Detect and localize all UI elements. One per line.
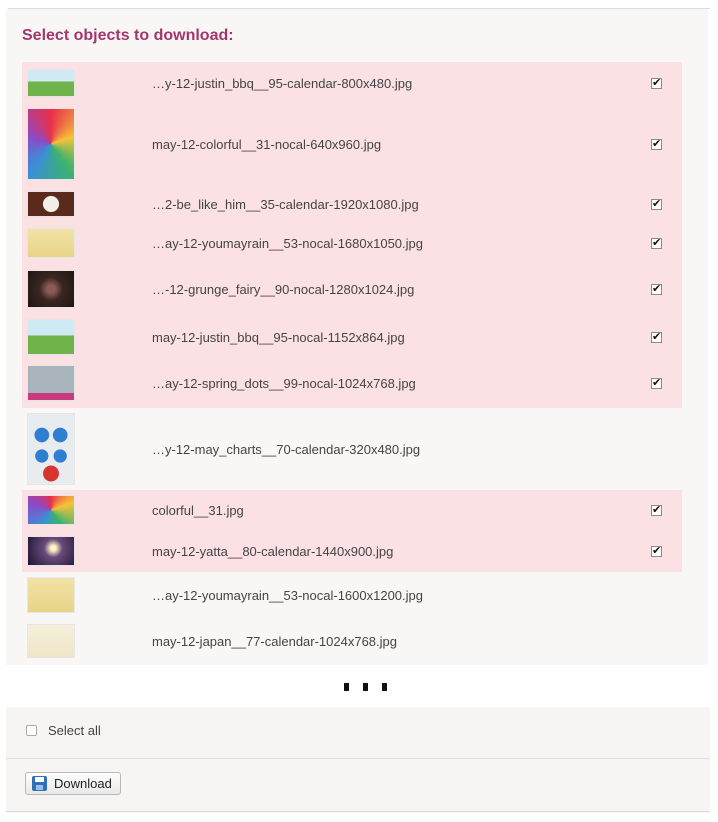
file-name: …y-12-justin_bbq__95-calendar-800x480.jp… xyxy=(152,75,413,91)
file-row[interactable]: …2-be_like_him__35-calendar-1920x1080.jp… xyxy=(22,184,682,224)
file-name: may-12-justin_bbq__95-nocal-1152x864.jpg xyxy=(152,329,405,345)
file-checkbox[interactable]: ✔ xyxy=(651,377,662,389)
colorful-star-thumbnail xyxy=(27,108,75,180)
more-dot xyxy=(382,683,387,691)
file-row[interactable]: may-12-japan__77-calendar-1024x768.jpg xyxy=(22,618,682,664)
file-name: …ay-12-youmayrain__53-nocal-1600x1200.jp… xyxy=(152,587,424,603)
page-title: Select objects to download: xyxy=(22,27,234,44)
footer-panel: Select all Download xyxy=(6,707,710,813)
select-all-control[interactable]: Select all xyxy=(26,723,101,738)
file-name: may-12-yatta__80-calendar-1440x900.jpg xyxy=(152,543,394,559)
file-checkbox[interactable]: ✔ xyxy=(651,138,662,150)
file-name: …ay-12-spring_dots__99-nocal-1024x768.jp… xyxy=(152,375,416,391)
file-row[interactable]: …ay-12-youmayrain__53-nocal-1680x1050.jp… xyxy=(22,224,682,262)
file-name: …-12-grunge_fairy__90-nocal-1280x1024.jp… xyxy=(152,281,415,297)
footer-divider xyxy=(6,758,710,759)
file-list: …y-12-justin_bbq__95-calendar-800x480.jp… xyxy=(22,62,682,664)
select-all-checkbox[interactable] xyxy=(26,725,37,736)
file-name: …y-12-may_charts__70-calendar-320x480.jp… xyxy=(152,441,421,457)
file-name: may-12-colorful__31-nocal-640x960.jpg xyxy=(152,136,382,152)
file-name: …2-be_like_him__35-calendar-1920x1080.jp… xyxy=(152,196,419,212)
file-row[interactable]: colorful__31.jpg ✔ xyxy=(22,490,682,530)
floppy-disk-icon xyxy=(32,776,47,791)
yellow-rain-thumbnail xyxy=(27,577,75,613)
more-indicator xyxy=(344,683,387,691)
file-checkbox[interactable]: ✔ xyxy=(651,504,662,516)
download-panel: Select objects to download: …y-12-justin… xyxy=(6,9,708,665)
colorful-star-thumbnail xyxy=(27,495,75,525)
yellow-rain-thumbnail xyxy=(27,228,75,258)
night-glow-thumbnail xyxy=(27,536,75,566)
file-name: may-12-japan__77-calendar-1024x768.jpg xyxy=(152,633,398,649)
file-row[interactable]: …y-12-may_charts__70-calendar-320x480.jp… xyxy=(22,408,682,490)
select-all-label: Select all xyxy=(48,723,101,738)
grey-field-thumbnail xyxy=(27,365,75,401)
file-row[interactable]: …ay-12-spring_dots__99-nocal-1024x768.jp… xyxy=(22,358,682,408)
file-checkbox[interactable]: ✔ xyxy=(651,331,662,343)
landscape-cartoon-thumbnail xyxy=(27,319,75,355)
file-row[interactable]: may-12-colorful__31-nocal-640x960.jpg ✔ xyxy=(22,104,682,184)
download-button[interactable]: Download xyxy=(25,772,121,795)
landscape-cartoon-thumbnail xyxy=(27,69,75,97)
dark-fairy-thumbnail xyxy=(27,270,75,308)
file-name: …ay-12-youmayrain__53-nocal-1680x1050.jp… xyxy=(152,235,424,251)
file-row[interactable]: may-12-yatta__80-calendar-1440x900.jpg ✔ xyxy=(22,530,682,572)
file-row[interactable]: …-12-grunge_fairy__90-nocal-1280x1024.jp… xyxy=(22,262,682,316)
file-checkbox[interactable]: ✔ xyxy=(651,283,662,295)
file-row[interactable]: …ay-12-youmayrain__53-nocal-1600x1200.jp… xyxy=(22,572,682,618)
download-button-label: Download xyxy=(54,776,112,791)
bottom-divider xyxy=(6,811,710,812)
file-name: colorful__31.jpg xyxy=(152,502,244,518)
light-japan-thumbnail xyxy=(27,624,75,658)
file-row[interactable]: …y-12-justin_bbq__95-calendar-800x480.jp… xyxy=(22,62,682,104)
file-checkbox[interactable]: ✔ xyxy=(651,198,662,210)
dark-badge-thumbnail xyxy=(27,191,75,217)
charts-thumbnail xyxy=(27,413,75,485)
more-dot xyxy=(344,683,349,691)
file-row[interactable]: may-12-justin_bbq__95-nocal-1152x864.jpg… xyxy=(22,316,682,358)
file-checkbox[interactable]: ✔ xyxy=(651,545,662,557)
file-checkbox[interactable]: ✔ xyxy=(651,77,662,89)
more-dot xyxy=(363,683,368,691)
file-checkbox[interactable]: ✔ xyxy=(651,237,662,249)
